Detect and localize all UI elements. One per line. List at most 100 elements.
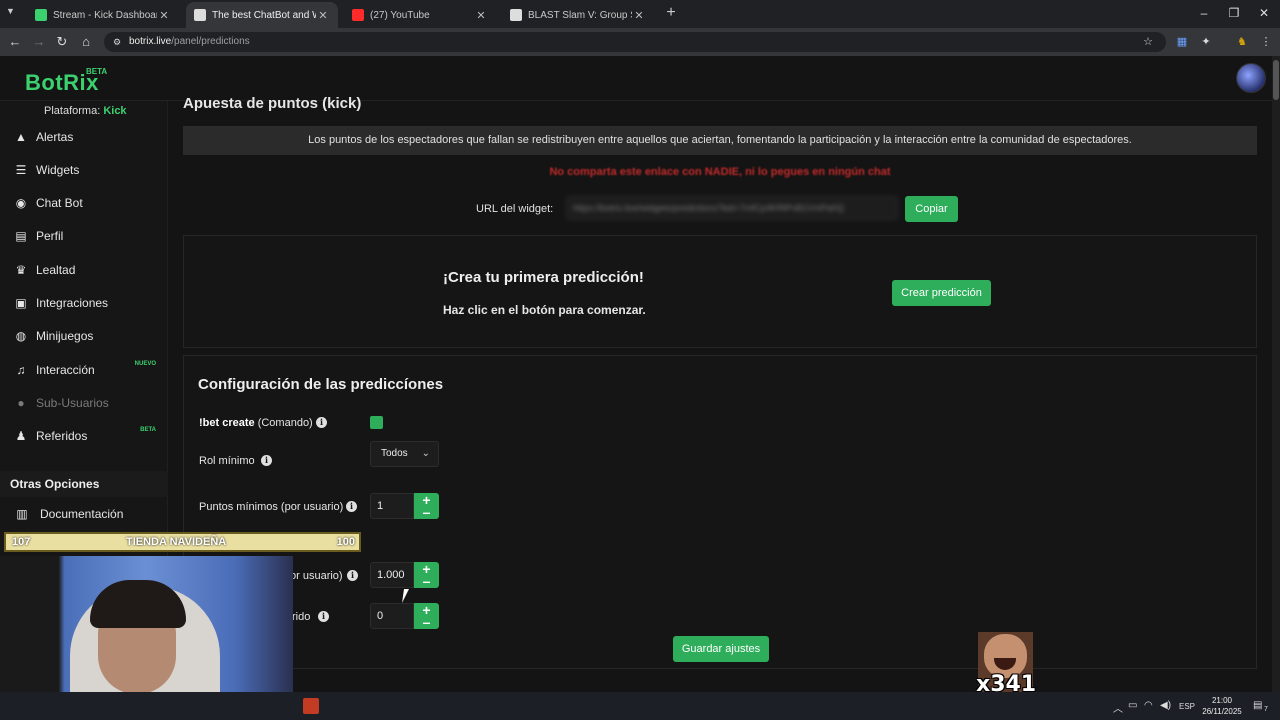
banner-title: TIENDA NAVIDEÑA [126,536,227,548]
taskbar-clock[interactable]: 21:00 26/11/2025 [1200,695,1244,717]
max-points-input[interactable]: 1.000 [370,562,414,588]
share-warning: No comparta este enlace con NADIE, ni lo… [549,166,891,178]
close-window-button[interactable]: ✕ [1254,6,1274,20]
wifi-icon[interactable]: ◠ [1144,700,1153,711]
browser-tab[interactable]: The best ChatBot and Widgets✕ [186,2,338,28]
create-prediction-button[interactable]: Crear predicción [892,280,991,306]
tab-favicon-icon [35,9,47,21]
third-setting-stepper[interactable]: + – [414,603,439,629]
info-icon[interactable]: i [316,417,327,428]
browser-tab[interactable]: BLAST Slam V: Group Stage - L✕ [502,2,654,28]
info-icon[interactable]: i [261,455,272,466]
tab-favicon-icon [510,9,522,21]
sidebar-item-lealtad[interactable]: ♛ Lealtad [0,257,168,283]
widget-url-label: URL del widget: [476,203,554,215]
sidebar-item-minijuegos[interactable]: ◍ Minijuegos [0,323,168,349]
sidebar-item-alertas[interactable]: ▲ Alertas [0,124,168,150]
sidebar-item-label: Widgets [36,163,80,177]
bet-create-toggle[interactable] [370,416,383,429]
sidebar-item-label: Lealtad [36,263,76,277]
url-path: /panel/predictions [171,36,250,47]
address-bar[interactable] [104,32,1166,52]
max-points-label: or usuario) [290,570,343,582]
back-arrow-icon[interactable]: ← [7,34,23,50]
tab-close-icon[interactable]: ✕ [316,9,330,22]
user-avatar[interactable] [1236,63,1266,93]
extensions-icon[interactable]: ✦ [1198,34,1214,50]
sidebar-item-widgets[interactable]: ☰ Widgets [0,157,168,183]
volume-icon[interactable]: ◀) [1160,700,1171,711]
profile-icon[interactable]: ♞ [1234,34,1250,50]
bookmark-star-icon[interactable]: ☆ [1140,34,1156,50]
sidebar-item-referidos[interactable]: ♟ Referidos BETA [0,423,168,449]
min-role-label: Rol mínimo [199,455,255,467]
sidebar-item-label: Sub-Usuarios [36,396,109,410]
sidebar-item-perfil[interactable]: ▤ Perfil [0,223,168,249]
info-banner: Los puntos de los espectadores que falla… [183,126,1257,155]
tab-close-icon[interactable]: ✕ [474,9,488,22]
platform-label: Plataforma: [44,105,101,117]
sidebar-item-badge: BETA [140,427,156,433]
minimize-button[interactable]: – [1194,6,1214,20]
integrations-icon: ▣ [15,296,27,310]
min-role-select[interactable]: Todos ⌄ [370,441,439,467]
home-icon[interactable]: ⌂ [78,34,94,50]
copy-button[interactable]: Copiar [905,196,958,222]
tray-chevron-icon[interactable]: ︿ [1113,700,1123,715]
sidebar-item-documentation[interactable]: ▥ Documentación [0,501,168,527]
tray-network-icon[interactable]: ▭ [1128,700,1137,711]
save-settings-button[interactable]: Guardar ajustes [673,636,769,662]
info-icon[interactable]: i [347,570,358,581]
sidebar-item-sub-usuarios[interactable]: ● Sub-Usuarios [0,390,168,416]
minus-icon[interactable]: – [414,574,439,588]
browser-tab[interactable]: Stream - Kick Dashboard ✕ [27,2,179,28]
min-points-stepper[interactable]: + – [414,493,439,519]
gamepad-icon: ◍ [15,329,27,343]
scrollbar-thumb[interactable] [1273,60,1279,100]
max-points-stepper[interactable]: + – [414,562,439,588]
menu-icon[interactable]: ⋮ [1258,34,1274,50]
info-icon[interactable]: i [318,611,329,622]
clock-time: 21:00 [1211,696,1233,705]
mouse-cursor-icon [402,589,414,603]
tab-close-icon[interactable]: ✕ [157,9,171,22]
bet-create-label: !bet create (Comando) [199,417,313,429]
info-icon[interactable]: i [346,501,357,512]
new-tab-button[interactable]: + [663,5,679,21]
sidebar-item-label: Minijuegos [36,329,94,343]
sidebar-item-badge: NUEVO [134,361,156,367]
tab-favicon-icon [352,9,364,21]
taskbar-app-icon[interactable] [303,698,319,714]
address-url[interactable]: botrix.live/panel/predictions [129,36,250,47]
sidebar-item-interacci-n[interactable]: ♫ Interacción NUEVO [0,357,168,383]
sidebar-item-chat-bot[interactable]: ◉ Chat Bot [0,190,168,216]
sidebar-item-integraciones[interactable]: ▣ Integraciones [0,290,168,316]
page-scrollbar[interactable] [1272,56,1280,692]
min-points-input[interactable]: 1 [370,493,414,519]
platform-value: Kick [103,105,127,117]
tab-search-icon[interactable]: ▼ [6,6,15,16]
minus-icon[interactable]: – [414,505,439,519]
minus-icon[interactable]: – [414,615,439,629]
third-setting-input[interactable]: 0 [370,603,414,629]
reload-icon[interactable]: ↻ [54,34,70,50]
tab-title: BLAST Slam V: Group Stage - L [528,9,632,21]
sidebar-item-label: Perfil [36,229,64,243]
site-info-icon[interactable]: ⚙ [109,34,125,50]
notification-icon[interactable]: ▤ [1253,700,1262,711]
bet-create-suffix: (Comando) [254,417,313,429]
language-indicator[interactable]: ESP [1179,702,1195,711]
predictions-config-card: Configuración de las prediccíones !bet c… [183,355,1257,669]
tab-title: (27) YouTube [370,9,430,21]
tab-favicon-icon [194,9,206,21]
restore-button[interactable]: ❐ [1224,6,1244,20]
widget-url-field[interactable]: https://botrix.live/widgets/predictions?… [566,196,898,220]
forward-arrow-icon[interactable]: → [31,34,47,50]
translate-icon[interactable]: ▦ [1174,34,1190,50]
page-title: Apuesta de puntos (kick) [183,95,362,112]
taskbar [0,692,1280,720]
browser-tab[interactable]: (27) YouTube ✕ [344,2,496,28]
tab-close-icon[interactable]: ✕ [632,9,646,22]
trophy-icon: ♛ [15,263,27,277]
min-role-value: Todos [381,448,408,459]
